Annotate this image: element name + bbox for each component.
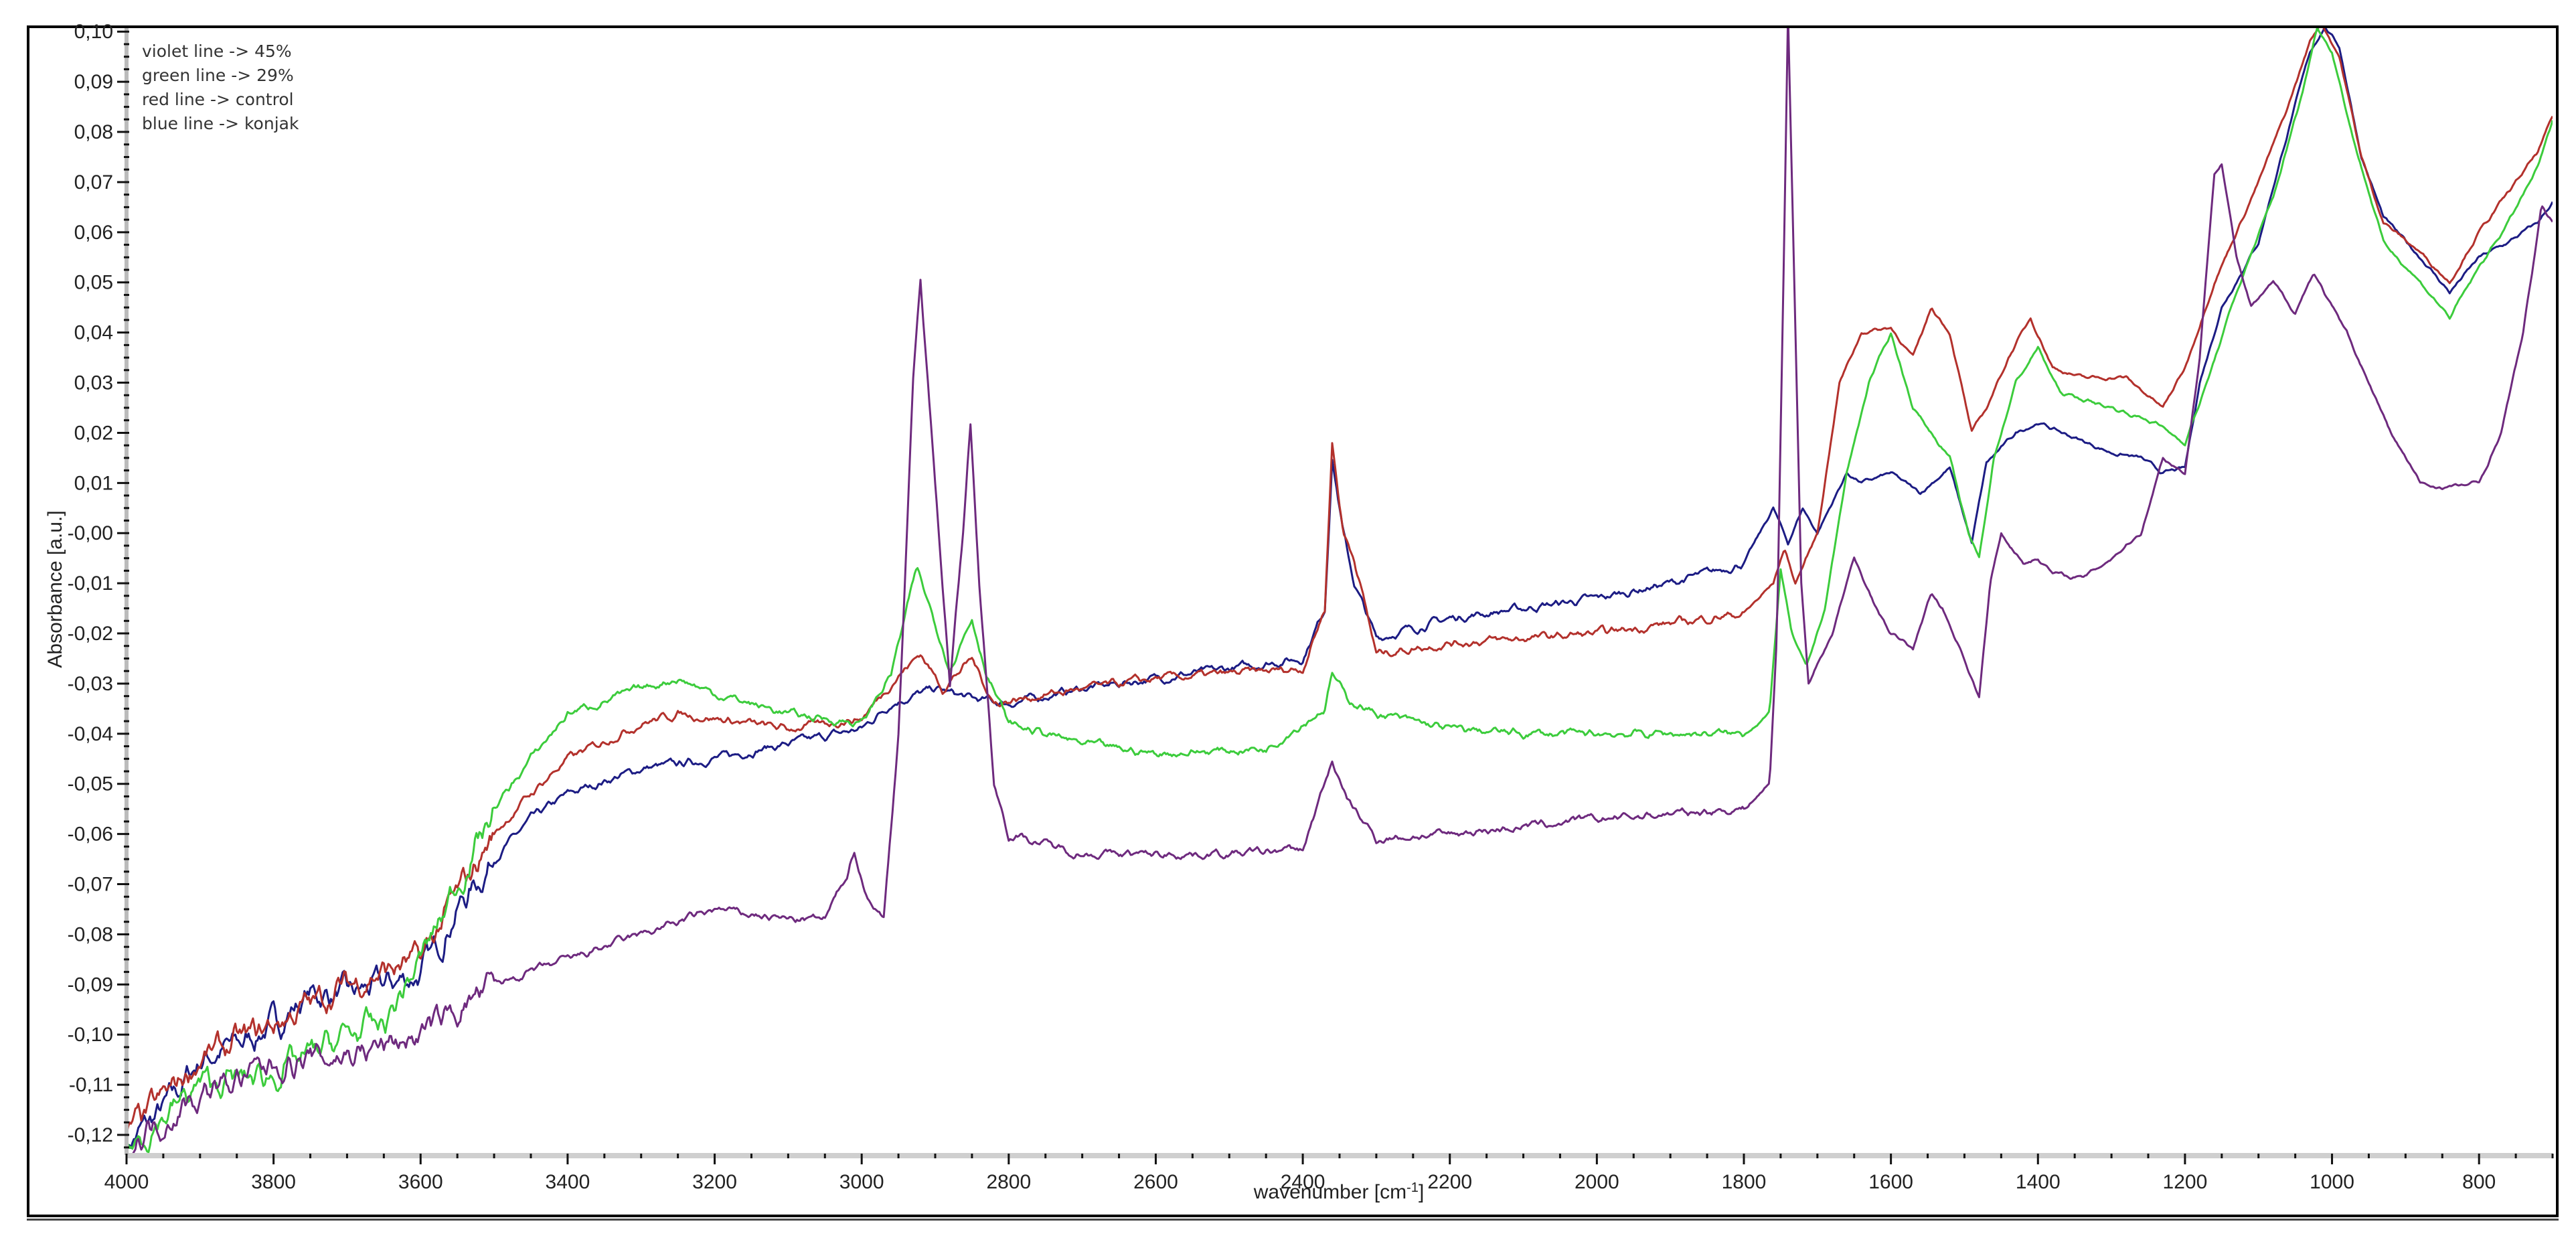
x-tick-label: 1400 xyxy=(2016,1171,2061,1193)
x-axis-title-end: ] xyxy=(1419,1181,1424,1203)
legend-entry-red: red line -> control xyxy=(142,90,294,109)
y-tick-label: 0,03 xyxy=(74,372,113,394)
y-tick-label: -0,04 xyxy=(68,723,113,745)
y-tick-label: 0,07 xyxy=(74,171,113,193)
x-tick-label: 1600 xyxy=(1868,1171,1913,1193)
x-tick-label: 2800 xyxy=(986,1171,1031,1193)
series-line-control xyxy=(127,28,2553,1136)
y-axis-title: Absorbance [a.u.] xyxy=(44,510,66,668)
series-layer xyxy=(127,28,2553,1155)
y-tick-label: 0,05 xyxy=(74,272,113,294)
y-tick-label: -0,10 xyxy=(68,1024,113,1046)
x-tick-label: 1000 xyxy=(2310,1171,2354,1193)
x-tick-label: 3600 xyxy=(398,1171,443,1193)
x-tick-label: 2200 xyxy=(1427,1171,1472,1193)
legend-entry-violet: violet line -> 45% xyxy=(142,42,292,61)
x-tick-label: 2000 xyxy=(1575,1171,1619,1193)
y-tick-label: 0,10 xyxy=(74,21,113,43)
y-tick-label: -0,05 xyxy=(68,773,113,795)
series-line-konjak xyxy=(127,28,2553,1153)
y-tick-label: 0,01 xyxy=(74,472,113,494)
y-tick-label: 0,08 xyxy=(74,121,113,143)
x-axis-title: wavenumber [cm-1] xyxy=(1253,1180,1425,1203)
x-tick-label: 3800 xyxy=(251,1171,296,1193)
y-tick-label: -0,07 xyxy=(68,874,113,896)
x-tick-label: 2600 xyxy=(1133,1171,1178,1193)
x-tick-label: 3400 xyxy=(546,1171,590,1193)
y-tick-label: 0,02 xyxy=(74,422,113,444)
x-axis-title-sup: -1 xyxy=(1406,1180,1419,1195)
legend: violet line -> 45% green line -> 29% red… xyxy=(142,42,299,133)
ftir-chart: 4000 3800 3600 3400 3200 3000 2800 2600 2400 2200… xyxy=(44,21,2554,1203)
legend-entry-blue: blue line -> konjak xyxy=(142,114,299,133)
series-line-45pct xyxy=(127,28,2553,1155)
legend-entry-green: green line -> 29% xyxy=(142,66,294,85)
y-tick-label: 0,09 xyxy=(74,71,113,93)
y-tick-label: -0,06 xyxy=(68,824,113,846)
x-tick-label: 3200 xyxy=(692,1171,737,1193)
y-tick-label: 0,06 xyxy=(74,222,113,244)
y-tick-label: -0,03 xyxy=(68,673,113,695)
series-line-29pct xyxy=(127,28,2553,1154)
y-tick-label: -0,09 xyxy=(68,974,113,996)
y-tick-label: -0,01 xyxy=(68,572,113,595)
x-tick-label: 1800 xyxy=(1722,1171,1767,1193)
y-tick-label: -0,00 xyxy=(68,522,113,544)
x-tick-label: 800 xyxy=(2462,1171,2496,1193)
y-tick-label: 0,04 xyxy=(74,322,113,344)
y-tick-label: -0,02 xyxy=(68,623,113,645)
x-tick-label: 1200 xyxy=(2163,1171,2208,1193)
x-tick-label: 4000 xyxy=(104,1171,149,1193)
y-tick-label: -0,11 xyxy=(69,1074,113,1096)
y-tick-label: -0,08 xyxy=(68,923,113,945)
x-tick-label: 3000 xyxy=(839,1171,884,1193)
x-axis-title-main: wavenumber [cm xyxy=(1253,1181,1406,1203)
y-tick-label: -0,12 xyxy=(68,1124,113,1146)
